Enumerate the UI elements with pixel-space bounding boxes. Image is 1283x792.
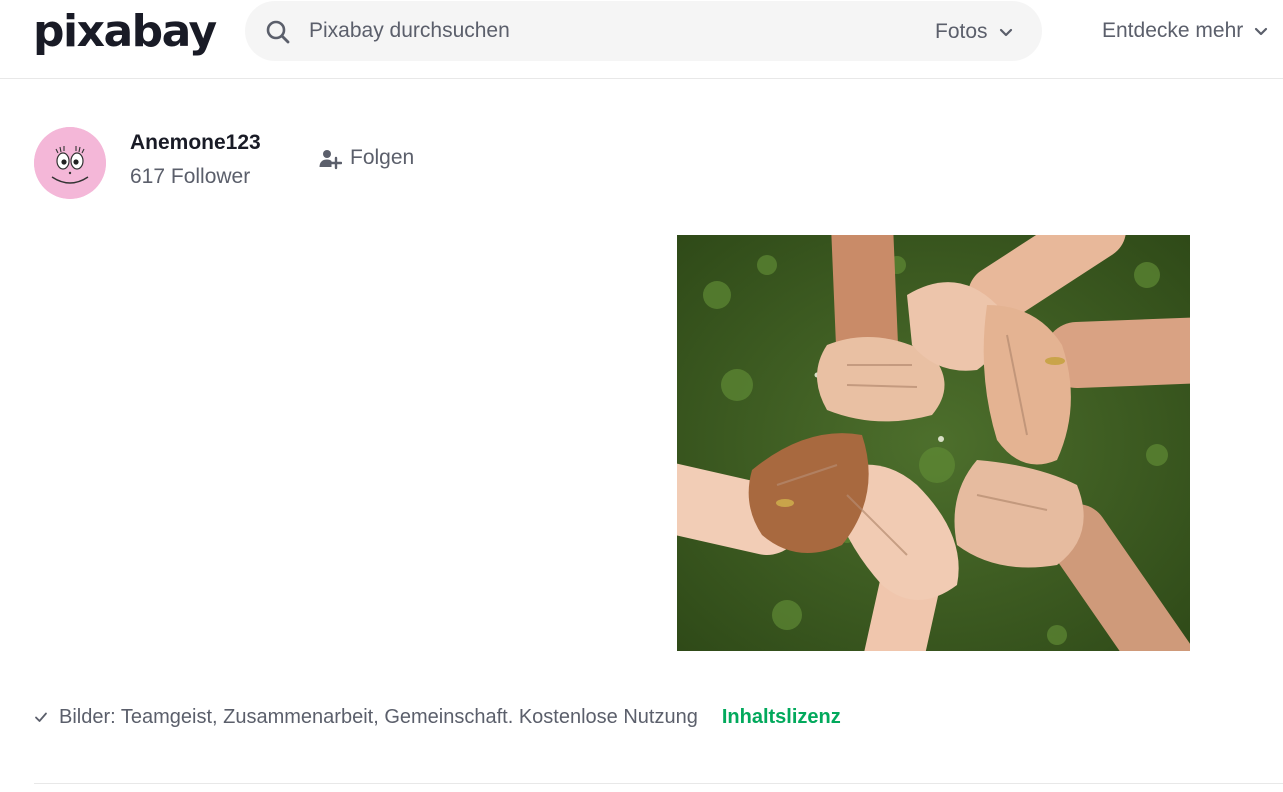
explore-more-label: Entdecke mehr [1102, 19, 1244, 42]
username[interactable]: Anemone123 [130, 131, 261, 155]
pixabay-logo[interactable]: pixabay [33, 6, 217, 58]
chevron-down-icon [999, 28, 1012, 37]
caption-text: Bilder: Teamgeist, Zusammenarbeit, Gemei… [59, 705, 698, 728]
search-input[interactable] [309, 13, 869, 49]
image-caption: Bilder: Teamgeist, Zusammenarbeit, Gemei… [34, 704, 841, 730]
search-icon[interactable] [265, 19, 291, 45]
media-type-label: Fotos [935, 20, 988, 43]
hands-linked-in-circle-photo [677, 235, 1190, 651]
section-divider [34, 783, 1283, 784]
avatar[interactable] [34, 127, 106, 199]
explore-more-menu[interactable]: Entdecke mehr [1102, 14, 1269, 48]
follow-label: Folgen [350, 146, 415, 169]
follow-button[interactable]: Folgen [318, 143, 414, 173]
main-photo[interactable] [677, 235, 1190, 651]
checkmark-icon [35, 712, 47, 722]
top-navigation-bar: pixabay Fotos Entdecke mehr [0, 0, 1283, 79]
follower-count: 617 Follower [130, 165, 251, 188]
avatar-face-illustration [34, 127, 106, 199]
media-type-dropdown[interactable]: Fotos [935, 15, 1014, 49]
content-license-link[interactable]: Inhaltslizenz [722, 706, 841, 729]
user-plus-icon [319, 150, 342, 170]
search-bar: Fotos [245, 1, 1042, 61]
chevron-down-icon [1255, 27, 1268, 36]
